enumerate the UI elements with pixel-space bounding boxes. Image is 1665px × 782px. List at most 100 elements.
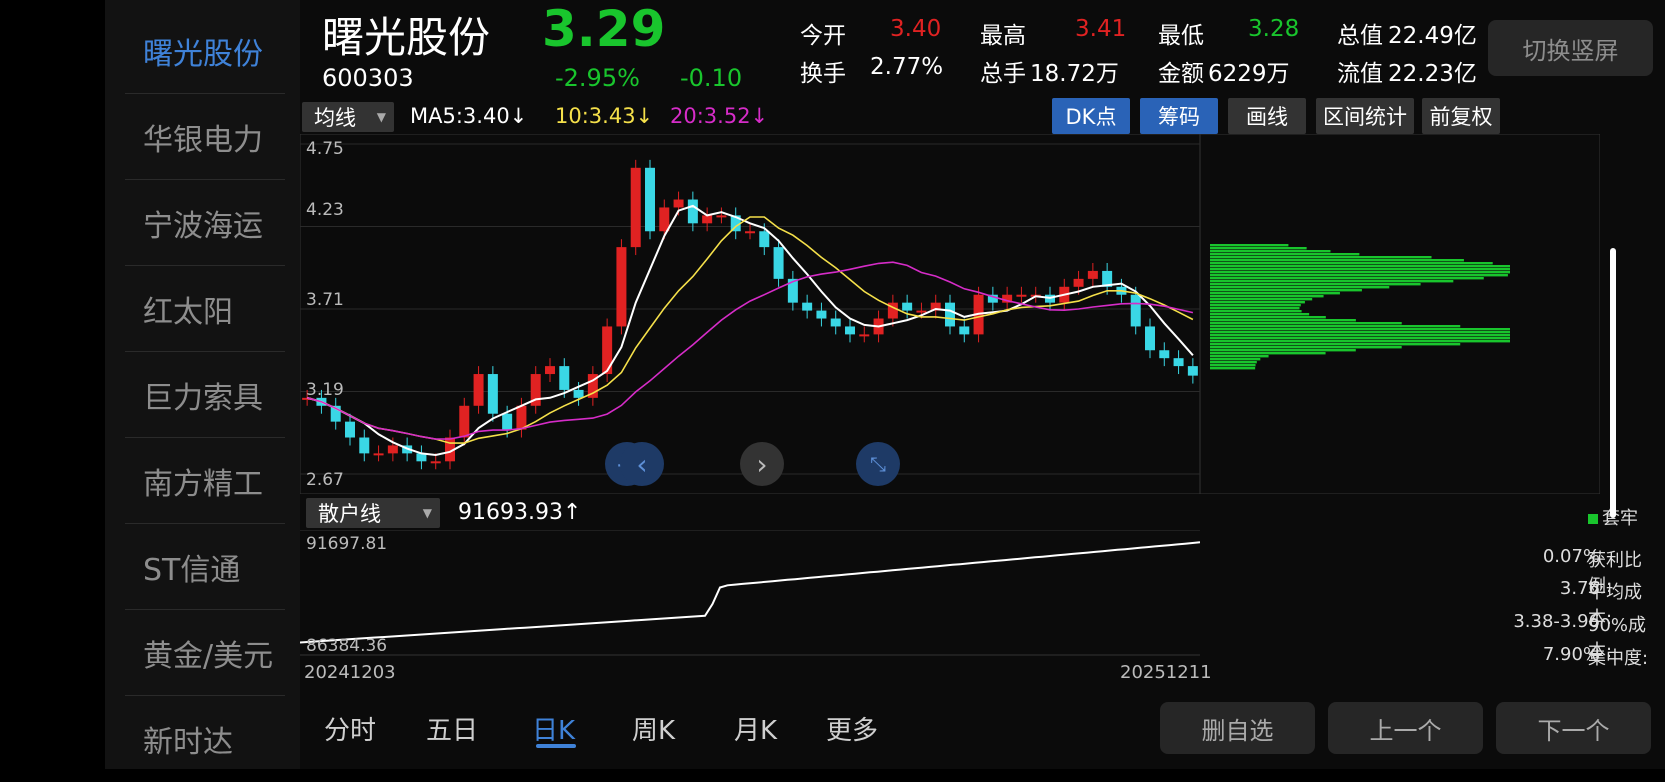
switch-portrait-button[interactable]: 切换竖屏 (1488, 20, 1653, 76)
stat-low-value: 3.28 (1248, 16, 1300, 42)
vertical-scrollbar[interactable] (1610, 248, 1616, 518)
chip-bar (1210, 325, 1461, 328)
concentration-value: 7.90% (1542, 644, 1600, 665)
next-button[interactable]: 下一个 (1496, 702, 1651, 754)
sidebar-item-juli[interactable]: 巨力索具 (125, 352, 285, 438)
previous-button[interactable]: 上一个 (1328, 702, 1483, 754)
kline-chart[interactable] (300, 134, 1600, 494)
stock-name: 曙光股份 (322, 13, 491, 62)
profit-ratio-value: 0.07% (1542, 546, 1600, 567)
collapse-icon: ⤡ (870, 452, 886, 476)
indicator-chart[interactable] (300, 530, 1200, 685)
chip-bar (1210, 265, 1510, 268)
zoom-out-button[interactable]: ⤡ (856, 442, 900, 486)
stat-total-cap-label: 总值 (1337, 23, 1383, 49)
stat-open-label: 今开 (800, 23, 846, 49)
candle-body (1016, 294, 1027, 297)
tab-weekly-k[interactable]: 周K (632, 710, 675, 747)
active-tab-underline (536, 744, 576, 748)
stat-high-label: 最高 (980, 23, 1026, 49)
chip-bar (1210, 268, 1510, 271)
candle-body (1159, 350, 1170, 359)
sidebar-item-huayin[interactable]: 华银电力 (125, 94, 285, 180)
candle-body (702, 215, 713, 224)
stat-low-label: 最低 (1158, 23, 1204, 49)
indicator-max-label: 91697.81 (306, 534, 388, 554)
forward-adjust-button[interactable]: 前复权 (1422, 98, 1500, 134)
tab-monthly-k[interactable]: 月K (734, 710, 777, 747)
remove-watchlist-button[interactable]: 删自选 (1160, 702, 1315, 754)
scroll-right-button[interactable]: › (740, 442, 784, 486)
candle-body (945, 302, 955, 327)
range-stats-button[interactable]: 区间统计 (1316, 98, 1414, 134)
ma10-line (306, 216, 1194, 444)
sidebar-item-xinshida[interactable]: 新时达 (125, 696, 285, 782)
candle-body (645, 167, 655, 232)
chip-bar (1210, 256, 1432, 259)
y-tick-3: 3.19 (306, 380, 344, 400)
candle-body (430, 461, 441, 464)
stat-total-cap-value: 22.49亿 (1388, 23, 1477, 49)
chip-bar (1210, 280, 1454, 283)
scroll-left-button[interactable]: ‹ (620, 442, 664, 486)
sidebar-item-hongtaiyang[interactable]: 红太阳 (125, 266, 285, 352)
indicator-select[interactable]: 散户线 ▼ (306, 498, 440, 528)
x-end-date: 20251211 (1120, 662, 1212, 683)
tab-timeshare[interactable]: 分时 (324, 710, 376, 747)
indicator-min-label: 86384.36 (306, 636, 388, 656)
stat-float-cap-label: 流值 (1337, 61, 1383, 87)
sidebar-item-shuguang[interactable]: 曙光股份 (125, 8, 285, 94)
chip-bar (1210, 244, 1289, 247)
sidebar-item-ningbo[interactable]: 宁波海运 (125, 180, 285, 266)
candle-body (902, 302, 913, 311)
chip-bar (1210, 250, 1331, 253)
candle-body (502, 413, 513, 430)
sidebar-item-gold-usd[interactable]: 黄金/美元 (125, 610, 285, 696)
y-tick-2: 3.71 (306, 290, 344, 310)
ma5-readout: MA5:3.40↓ (410, 104, 528, 128)
chip-bar (1210, 304, 1301, 307)
chip-bar (1210, 361, 1257, 364)
draw-line-button[interactable]: 画线 (1228, 98, 1306, 134)
chip-bar (1210, 358, 1261, 361)
chip-bar (1210, 343, 1461, 346)
chip-bar (1210, 364, 1256, 367)
stat-high-value: 3.41 (1075, 16, 1127, 42)
tab-daily-k[interactable]: 日K (532, 710, 575, 747)
chip-bar (1210, 355, 1269, 358)
stat-turnover-label: 换手 (800, 61, 846, 87)
chip-bar (1210, 301, 1305, 304)
tab-more[interactable]: 更多 (826, 710, 878, 747)
chip-bar (1210, 352, 1326, 355)
candle-body (387, 445, 398, 454)
sidebar-item-st-xintong[interactable]: ST信通 (125, 524, 285, 610)
dk-point-button[interactable]: DK点 (1052, 98, 1130, 134)
chip-bar (1210, 349, 1356, 352)
indicator-select-label: 散户线 (318, 502, 381, 526)
chip-bar (1210, 340, 1510, 343)
last-price: 3.29 (542, 0, 666, 58)
chip-bar (1210, 322, 1402, 325)
chip-bar (1210, 283, 1421, 286)
trap-swatch (1588, 514, 1598, 524)
stat-amount-label: 金额 (1158, 61, 1204, 87)
x-start-date: 20241203 (304, 662, 396, 683)
candle-body (516, 405, 527, 430)
candle-body (845, 326, 855, 335)
candle-body (759, 231, 770, 248)
candle-body (487, 374, 498, 414)
ma5-line (306, 204, 1194, 457)
candle-body (1073, 278, 1084, 287)
ma-select[interactable]: 均线 ▼ (302, 102, 394, 132)
candle-body (616, 247, 627, 327)
chevron-down-icon: ▼ (376, 110, 386, 124)
avg-cost-value: 3.76 (1559, 578, 1600, 599)
chip-bar (1210, 310, 1302, 313)
chip-bar (1210, 331, 1510, 334)
sidebar-item-nanfang[interactable]: 南方精工 (125, 438, 285, 524)
chip-bar (1210, 253, 1360, 256)
chip-button[interactable]: 筹码 (1140, 98, 1218, 134)
candle-body (630, 167, 641, 248)
candle-body (1130, 294, 1141, 327)
tab-five-day[interactable]: 五日 (426, 710, 478, 747)
